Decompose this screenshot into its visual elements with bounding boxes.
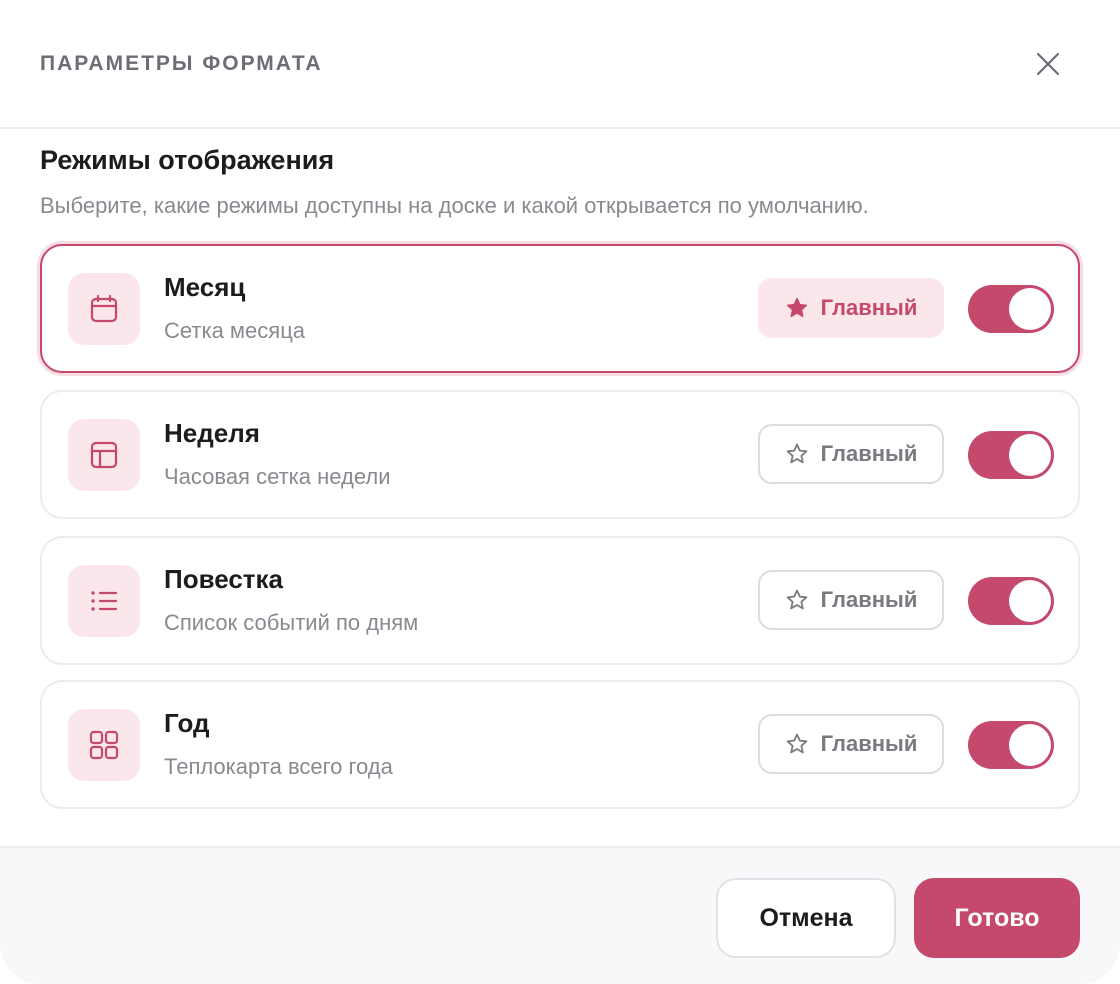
close-icon (1036, 52, 1060, 76)
primary-label: Главный (820, 587, 918, 612)
mode-description: Теплокарта всего года (164, 754, 393, 779)
mode-card-year[interactable]: Год Теплокарта всего года Главный (40, 680, 1080, 809)
mode-description: Часовая сетка недели (164, 464, 391, 489)
mode-description: Список событий по дням (164, 610, 419, 635)
set-primary-button[interactable]: Главный (758, 278, 944, 338)
star-filled-icon (786, 297, 807, 318)
toggle-knob (1009, 724, 1051, 766)
star-outline-icon (786, 589, 807, 610)
primary-label: Главный (820, 731, 918, 756)
mode-name: Год (164, 708, 210, 738)
section-description: Выберите, какие режимы доступны на доске… (40, 193, 869, 218)
dialog-title: ПАРАМЕТРЫ ФОРМАТА (40, 52, 323, 75)
list-icon (91, 591, 118, 611)
mode-card-month[interactable]: Месяц Сетка месяца Главный (40, 244, 1080, 373)
primary-label: Главный (820, 295, 918, 320)
set-primary-button[interactable]: Главный (758, 570, 944, 630)
mode-icon-tile (68, 273, 140, 345)
set-primary-button[interactable]: Главный (758, 714, 944, 774)
layout-icon (90, 441, 118, 469)
mode-description: Сетка месяца (164, 318, 306, 343)
close-button[interactable] (1030, 46, 1066, 82)
format-settings-dialog: ПАРАМЕТРЫ ФОРМАТА Режимы отображения Выб… (0, 0, 1120, 984)
toggle-knob (1009, 580, 1051, 622)
dialog-footer: Отмена Готово (0, 846, 1120, 984)
cancel-button[interactable]: Отмена (716, 878, 896, 958)
toggle-knob (1009, 434, 1051, 476)
mode-icon-tile (68, 709, 140, 781)
mode-name: Месяц (164, 272, 246, 302)
toggle-knob (1009, 288, 1051, 330)
dialog-header: ПАРАМЕТРЫ ФОРМАТА (0, 0, 1120, 129)
mode-toggle[interactable] (968, 285, 1054, 333)
mode-card-agenda[interactable]: Повестка Список событий по дням Главный (40, 536, 1080, 665)
mode-toggle[interactable] (968, 431, 1054, 479)
mode-toggle[interactable] (968, 721, 1054, 769)
mode-name: Повестка (164, 564, 283, 594)
mode-icon-tile (68, 565, 140, 637)
set-primary-button[interactable]: Главный (758, 424, 944, 484)
mode-icon-tile (68, 419, 140, 491)
star-outline-icon (786, 443, 807, 464)
calendar-icon (90, 294, 118, 323)
mode-name: Неделя (164, 418, 260, 448)
grid-icon (89, 730, 119, 760)
primary-label: Главный (820, 441, 918, 466)
section-title: Режимы отображения (40, 145, 335, 175)
star-outline-icon (786, 733, 807, 754)
mode-toggle[interactable] (968, 577, 1054, 625)
done-button[interactable]: Готово (914, 878, 1080, 958)
mode-card-week[interactable]: Неделя Часовая сетка недели Главный (40, 390, 1080, 519)
